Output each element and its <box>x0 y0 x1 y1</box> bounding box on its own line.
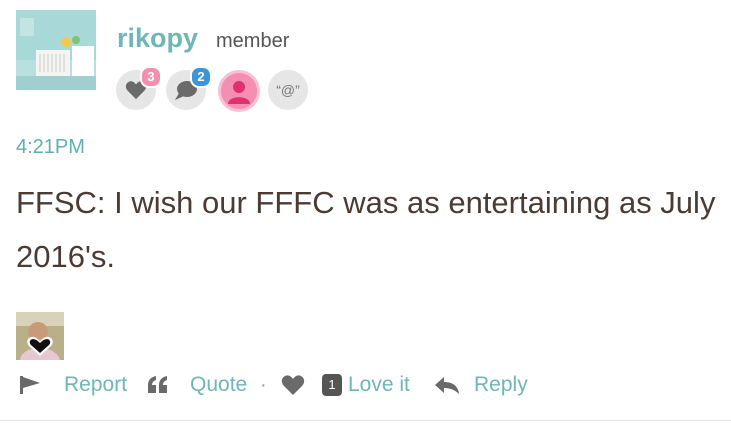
lover-avatar-image <box>16 312 64 360</box>
love-count: 1 <box>322 374 342 396</box>
nursery-image <box>16 10 96 90</box>
love-label: Love it <box>348 373 410 396</box>
quote-label: Quote <box>190 373 248 396</box>
action-separator: · <box>260 374 267 396</box>
report-button[interactable]: Report <box>18 370 127 400</box>
author-avatar[interactable] <box>16 10 96 90</box>
report-label: Report <box>64 373 128 396</box>
quote-icon <box>148 376 167 393</box>
profile-badge[interactable] <box>218 70 260 112</box>
reply-label: Reply <box>474 373 528 396</box>
comments-count: 2 <box>190 66 212 88</box>
flag-icon <box>20 376 40 394</box>
hearts-badge[interactable]: 3 <box>116 66 162 110</box>
love-it-link[interactable]: 1 Love it <box>322 370 410 400</box>
heart-icon <box>281 375 305 395</box>
reply-button[interactable]: Reply <box>434 370 528 400</box>
reply-arrow-icon <box>435 377 459 394</box>
post-divider <box>0 420 731 421</box>
lover-avatar[interactable] <box>16 312 64 360</box>
love-button[interactable] <box>280 370 306 400</box>
post-time[interactable]: 4:21PM <box>16 136 85 159</box>
badges-row: 3 2 “@” <box>116 66 336 112</box>
hearts-count: 3 <box>140 66 162 88</box>
user-icon <box>228 81 250 104</box>
post-text: FFSC: I wish our FFFC was as entertainin… <box>16 185 716 274</box>
mention-icon: “@” <box>276 82 300 98</box>
post-actions: Report Quote · 1 Love it Reply <box>18 370 718 400</box>
quote-button[interactable]: Quote <box>146 370 247 400</box>
mention-badge[interactable]: “@” <box>268 70 308 110</box>
comments-badge[interactable]: 2 <box>166 66 212 110</box>
author-role: member <box>216 30 290 52</box>
author-name[interactable]: rikopy <box>117 23 198 54</box>
